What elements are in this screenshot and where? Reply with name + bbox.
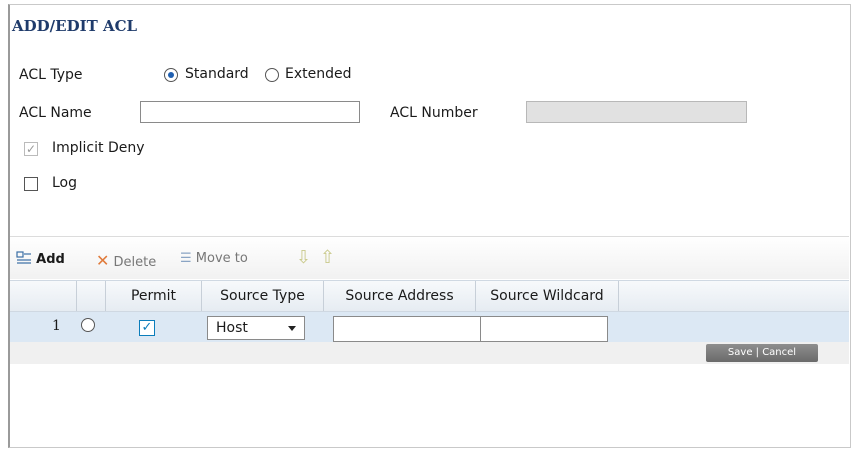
acl-name-label: ACL Name <box>19 105 92 121</box>
move-to-label: Move to <box>195 251 248 266</box>
move-to-button[interactable]: ☰ Move to <box>180 251 248 266</box>
implicit-deny-checkbox: ✓ <box>24 142 38 156</box>
standard-radio[interactable] <box>164 68 178 82</box>
row-select-radio[interactable] <box>81 318 95 332</box>
move-to-icon: ☰ <box>180 251 192 266</box>
dialog-title: ADD/EDIT ACL <box>12 17 138 35</box>
extended-radio[interactable] <box>265 68 279 82</box>
chevron-down-icon <box>288 326 296 331</box>
row-index: 1 <box>52 318 61 334</box>
source-wildcard-input[interactable] <box>480 316 608 342</box>
extended-radio-label[interactable]: Extended <box>285 66 352 82</box>
delete-icon: ✕ <box>96 251 110 270</box>
delete-label: Delete <box>113 255 157 270</box>
standard-radio-label[interactable]: Standard <box>185 66 249 82</box>
log-label[interactable]: Log <box>52 175 77 191</box>
acl-number-input <box>526 101 747 123</box>
add-icon <box>16 251 31 264</box>
log-checkbox[interactable] <box>24 177 38 191</box>
add-button[interactable]: Add <box>16 251 65 267</box>
delete-button[interactable]: ✕ Delete <box>96 251 156 270</box>
source-type-column-header[interactable]: Source Type <box>202 281 324 311</box>
index-column-header <box>10 281 77 311</box>
source-address-input[interactable] <box>333 316 481 342</box>
grid-toolbar: Add ✕ Delete ☰ Move to ⇩ ⇧ <box>10 236 849 279</box>
acl-type-label: ACL Type <box>19 67 83 83</box>
grid-header: Permit Source Type Source Address Source… <box>10 280 849 312</box>
add-label: Add <box>36 252 65 267</box>
source-type-select[interactable]: Host <box>207 316 305 340</box>
source-type-value: Host <box>216 320 248 336</box>
permit-checkbox[interactable]: ✓ <box>139 320 155 336</box>
source-wildcard-column-header[interactable]: Source Wildcard <box>476 281 619 311</box>
source-address-column-header[interactable]: Source Address <box>324 281 476 311</box>
move-up-icon[interactable]: ⇧ <box>320 247 335 268</box>
move-down-icon[interactable]: ⇩ <box>296 247 311 268</box>
acl-dialog <box>8 4 851 448</box>
permit-column-header[interactable]: Permit <box>106 281 202 311</box>
acl-name-input[interactable] <box>140 101 360 123</box>
save-cancel-button[interactable]: Save | Cancel <box>706 344 818 362</box>
implicit-deny-label: Implicit Deny <box>52 140 145 156</box>
acl-number-label: ACL Number <box>390 105 478 121</box>
select-column-header <box>77 281 106 311</box>
